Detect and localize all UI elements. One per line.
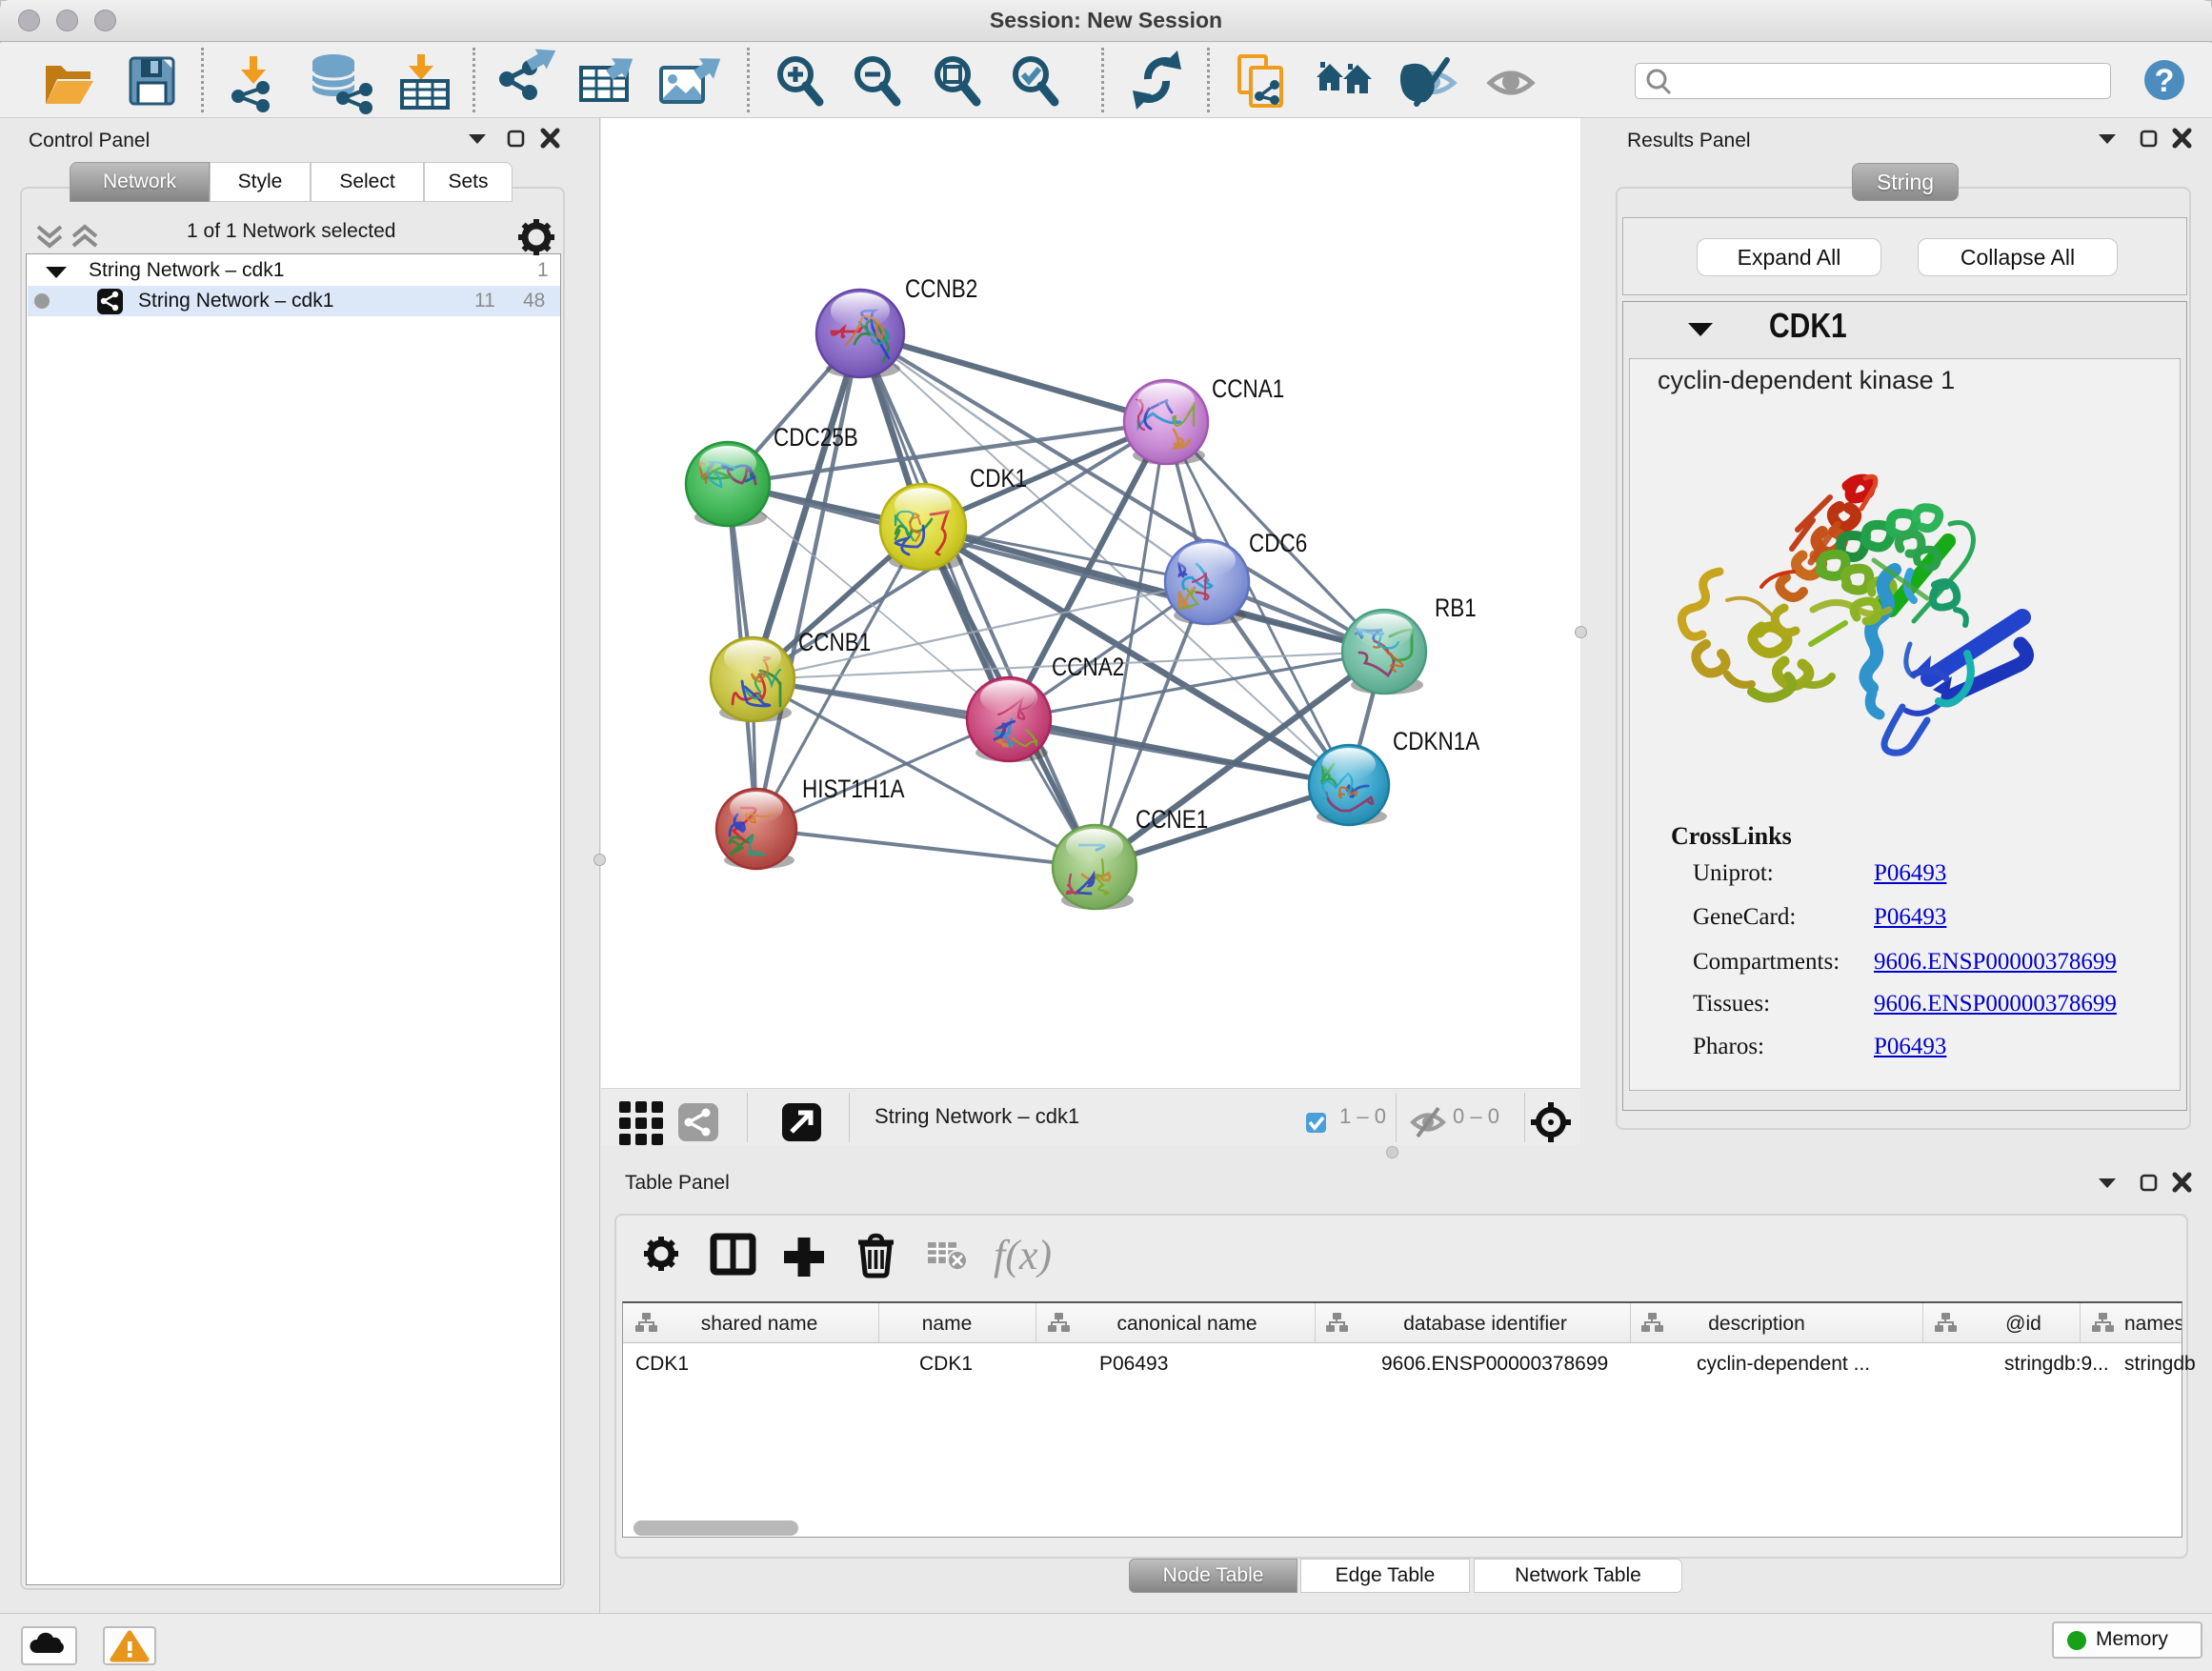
svg-text:CDC6: CDC6 bbox=[1249, 530, 1307, 557]
svg-text:HIST1H1A: HIST1H1A bbox=[802, 775, 905, 803]
svg-text:@id: @id bbox=[2005, 1313, 2041, 1335]
svg-text:description: description bbox=[1708, 1313, 1805, 1335]
svg-text:?: ? bbox=[2155, 63, 2175, 99]
svg-text:CDKN1A: CDKN1A bbox=[1393, 728, 1480, 755]
svg-text:shared name: shared name bbox=[701, 1313, 818, 1335]
svg-text:canonical name: canonical name bbox=[1116, 1313, 1257, 1335]
svg-text:CCNA1: CCNA1 bbox=[1212, 375, 1284, 403]
svg-text:CCNB2: CCNB2 bbox=[905, 275, 977, 303]
svg-text:database identifier: database identifier bbox=[1403, 1313, 1567, 1335]
svg-text:CCNB1: CCNB1 bbox=[798, 629, 871, 656]
svg-text:CDK1: CDK1 bbox=[970, 465, 1027, 493]
svg-text:RB1: RB1 bbox=[1435, 594, 1477, 622]
svg-text:CCNE1: CCNE1 bbox=[1136, 806, 1208, 834]
svg-text:CCNA2: CCNA2 bbox=[1052, 654, 1124, 681]
svg-text:CDC25B: CDC25B bbox=[774, 424, 858, 452]
svg-text:namespace: namespace bbox=[2124, 1313, 2182, 1335]
svg-text:name: name bbox=[922, 1313, 973, 1335]
svg-text:f(x): f(x) bbox=[994, 1232, 1052, 1278]
